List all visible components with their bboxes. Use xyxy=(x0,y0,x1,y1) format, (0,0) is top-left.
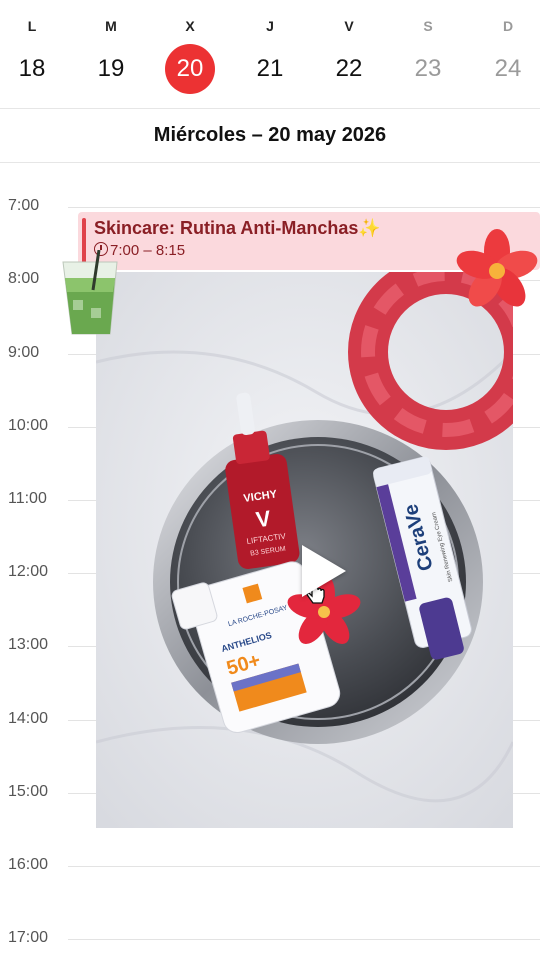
hour-label: 14:00 xyxy=(8,710,49,727)
day-number[interactable]: 19 xyxy=(86,44,136,94)
hour-label: 10:00 xyxy=(8,417,49,434)
hour-label: 11:00 xyxy=(8,490,47,507)
hour-label: 16:00 xyxy=(8,856,49,873)
hour-label: 15:00 xyxy=(8,783,49,800)
hour-row: 17:00 xyxy=(0,929,540,946)
day-letter: X xyxy=(185,18,195,34)
day-letter: L xyxy=(27,18,37,34)
day-wednesday[interactable]: X 20 xyxy=(160,0,220,108)
hour-label: 7:00 xyxy=(8,197,40,214)
hour-label: 13:00 xyxy=(8,636,49,653)
day-number[interactable]: 22 xyxy=(324,44,374,94)
day-friday[interactable]: V 22 xyxy=(319,0,379,108)
flower-icon xyxy=(456,229,538,307)
day-letter: V xyxy=(344,18,354,34)
hour-label: 9:00 xyxy=(8,344,40,361)
day-letter: S xyxy=(423,18,433,34)
hour-divider xyxy=(68,207,540,208)
date-header: Miércoles – 20 may 2026 xyxy=(0,110,540,163)
day-number[interactable]: 23 xyxy=(403,44,453,94)
day-letter: D xyxy=(502,18,514,34)
day-tuesday[interactable]: M 19 xyxy=(81,0,141,108)
hour-divider xyxy=(68,866,540,867)
date-title: Miércoles – 20 may 2026 xyxy=(153,124,387,146)
play-icon[interactable] xyxy=(302,545,346,597)
day-saturday[interactable]: S 23 xyxy=(398,0,458,108)
day-number[interactable]: 21 xyxy=(245,44,295,94)
day-number[interactable]: 18 xyxy=(7,44,57,94)
day-number-selected[interactable]: 20 xyxy=(165,44,215,94)
hour-row: 16:00 xyxy=(0,856,540,873)
hour-row: 7:00 xyxy=(0,197,540,214)
hour-divider xyxy=(68,939,540,940)
hour-label: 12:00 xyxy=(8,563,49,580)
hour-label: 8:00 xyxy=(8,270,40,287)
event-title: Skincare: Rutina Anti-Manchas✨ xyxy=(94,218,381,238)
day-letter: M xyxy=(105,18,117,34)
day-sunday[interactable]: D 24 xyxy=(478,0,538,108)
day-number[interactable]: 24 xyxy=(483,44,533,94)
week-strip: L 18 M 19 X 20 J 21 V 22 S 23 D 24 xyxy=(0,0,540,109)
day-thursday[interactable]: J 21 xyxy=(240,0,300,108)
matcha-drink-icon xyxy=(62,250,118,335)
hour-label: 17:00 xyxy=(8,929,49,946)
day-letter: J xyxy=(266,18,274,34)
day-monday[interactable]: L 18 xyxy=(2,0,62,108)
